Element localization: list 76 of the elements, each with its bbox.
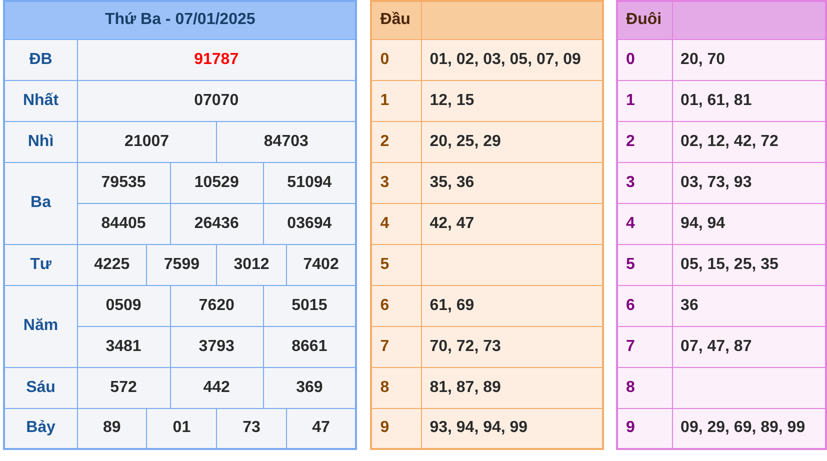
prize-label: Ba [4, 162, 77, 244]
digit-cell: 8 [371, 367, 422, 408]
prize-label: Nhất [4, 80, 77, 121]
numbers-cell: 94, 94 [672, 203, 826, 244]
digit-cell: 5 [617, 244, 672, 285]
numbers-cell: 09, 29, 69, 89, 99 [672, 408, 826, 449]
prize-number: 572 [77, 367, 170, 408]
prize-label: Nhì [4, 121, 77, 162]
numbers-cell: 12, 15 [421, 80, 604, 121]
prize-number: 0509 [77, 285, 170, 326]
prize-label: Năm [4, 285, 77, 367]
digit-cell: 7 [617, 326, 672, 367]
table-header: Đầu [371, 1, 422, 39]
numbers-cell: 01, 61, 81 [672, 80, 826, 121]
digit-cell: 4 [617, 203, 672, 244]
prize-number: 7402 [286, 244, 356, 285]
numbers-cell: 07, 47, 87 [672, 326, 826, 367]
digit-cell: 2 [371, 121, 422, 162]
numbers-cell: 61, 69 [421, 285, 604, 326]
digit-cell: 0 [371, 39, 422, 80]
numbers-cell: 70, 72, 73 [421, 326, 604, 367]
numbers-cell: 35, 36 [421, 162, 604, 203]
prize-number: 21007 [77, 121, 217, 162]
digit-cell: 6 [371, 285, 422, 326]
numbers-cell: 01, 02, 03, 05, 07, 09 [421, 39, 604, 80]
prize-number: 79535 [77, 162, 170, 203]
prize-number: 84405 [77, 203, 170, 244]
prize-number: 3012 [216, 244, 286, 285]
numbers-cell: 05, 15, 25, 35 [672, 244, 826, 285]
prize-number: 10529 [170, 162, 264, 203]
numbers-cell: 20, 25, 29 [421, 121, 604, 162]
digit-cell: 3 [371, 162, 422, 203]
digit-cell: 9 [617, 408, 672, 449]
prize-number: 442 [170, 367, 264, 408]
numbers-cell: 81, 87, 89 [421, 367, 604, 408]
digit-cell: 1 [617, 80, 672, 121]
numbers-cell: 20, 70 [672, 39, 826, 80]
numbers-cell: 36 [672, 285, 826, 326]
prize-number: 01 [146, 408, 217, 449]
digit-cell: 9 [371, 408, 422, 449]
prize-number: 51094 [263, 162, 356, 203]
numbers-cell: 42, 47 [421, 203, 604, 244]
digit-cell: 8 [617, 367, 672, 408]
digit-cell: 2 [617, 121, 672, 162]
prize-number: 47 [286, 408, 356, 449]
prize-number: 7599 [146, 244, 217, 285]
prize-number: 7620 [170, 285, 264, 326]
results-title: Thứ Ba - 07/01/2025 [4, 1, 356, 39]
digit-cell: 4 [371, 203, 422, 244]
prize-label: Tư [4, 244, 77, 285]
numbers-cell: 03, 73, 93 [672, 162, 826, 203]
table-header: Đuôi [617, 1, 672, 39]
prize-number: 73 [216, 408, 286, 449]
prize-label: Bảy [4, 408, 77, 449]
prize-number: 369 [263, 367, 356, 408]
prize-number: 89 [77, 408, 147, 449]
prize-label: ĐB [4, 39, 77, 80]
prize-number: 03694 [263, 203, 356, 244]
prize-number: 5015 [263, 285, 356, 326]
digit-cell: 7 [371, 326, 422, 367]
prize-number: 3793 [170, 326, 264, 367]
prize-number: 3481 [77, 326, 170, 367]
digit-cell: 0 [617, 39, 672, 80]
prize-label: Sáu [4, 367, 77, 408]
digit-cell: 5 [371, 244, 422, 285]
prize-number: 91787 [77, 39, 356, 80]
numbers-cell: 93, 94, 94, 99 [421, 408, 604, 449]
prize-number: 84703 [216, 121, 356, 162]
prize-number: 4225 [77, 244, 147, 285]
digit-cell: 1 [371, 80, 422, 121]
numbers-cell: 02, 12, 42, 72 [672, 121, 826, 162]
prize-number: 26436 [170, 203, 264, 244]
digit-cell: 3 [617, 162, 672, 203]
prize-number: 07070 [77, 80, 356, 121]
digit-cell: 6 [617, 285, 672, 326]
prize-number: 8661 [263, 326, 356, 367]
